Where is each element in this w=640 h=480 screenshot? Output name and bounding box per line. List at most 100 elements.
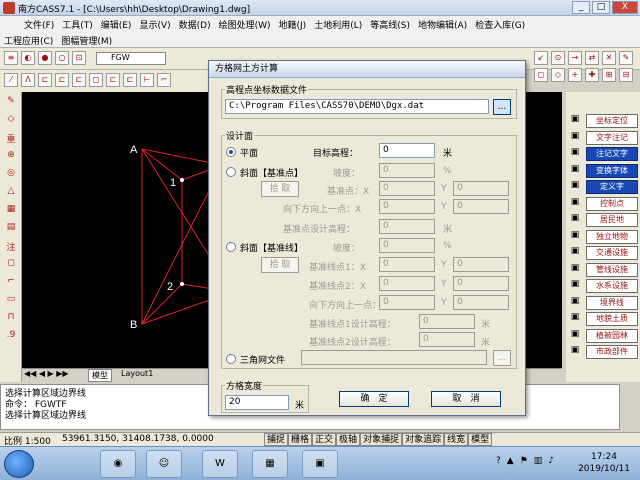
volume-icon[interactable]: ♪ bbox=[548, 456, 554, 466]
panel-button-4[interactable]: 定义字 bbox=[586, 180, 638, 194]
browser-taskbar-icon[interactable]: ◉ bbox=[100, 450, 136, 478]
tool-icon[interactable]: .9 bbox=[3, 330, 19, 346]
browse-file-button[interactable]: ... bbox=[493, 99, 511, 115]
tin-browse-button[interactable]: ... bbox=[493, 350, 511, 366]
tool-icon[interactable]: ✎ bbox=[3, 96, 19, 112]
flag-icon[interactable]: ⚑ bbox=[520, 456, 528, 466]
clock[interactable]: 17:24 2019/10/11 bbox=[570, 451, 638, 475]
menu-row2-1[interactable]: 图幅管理(M) bbox=[61, 34, 112, 47]
line-down-x-input[interactable]: 0 bbox=[379, 295, 435, 310]
pick-base-line-button[interactable]: 拾 取 bbox=[261, 257, 299, 273]
panel-button-12[interactable]: 地貌土质 bbox=[586, 312, 638, 326]
base-point-y-input[interactable]: 0 bbox=[453, 181, 509, 196]
menu-row1-9[interactable]: 地物编辑(A) bbox=[418, 18, 467, 31]
status-toggle-0[interactable]: 捕捉 bbox=[264, 433, 289, 446]
menu-row1-1[interactable]: 工具(T) bbox=[62, 18, 93, 31]
help-icon[interactable]: ? bbox=[496, 456, 501, 466]
panel-tool-icon[interactable]: ▣ bbox=[568, 329, 582, 343]
panel-tool-icon[interactable]: ▣ bbox=[568, 230, 582, 244]
panel-tool-icon[interactable]: ▣ bbox=[568, 131, 582, 145]
panel-tool-icon[interactable]: ▣ bbox=[568, 180, 582, 194]
minimize-button[interactable]: _ bbox=[572, 1, 590, 14]
toolbar-icon[interactable]: ◇ bbox=[551, 68, 565, 82]
toolbar-icon[interactable]: ⊏ bbox=[72, 73, 86, 87]
tool-icon[interactable]: ⊕ bbox=[3, 150, 19, 166]
tool-icon[interactable]: ▤ bbox=[3, 222, 19, 238]
menu-row1-7[interactable]: 土地利用(L) bbox=[314, 18, 362, 31]
tool-icon[interactable]: 重 bbox=[3, 132, 19, 148]
tool-icon[interactable]: ◇ bbox=[3, 114, 19, 130]
base-point-height-input[interactable]: 0 bbox=[379, 219, 435, 234]
toolbar-icon[interactable]: ◻ bbox=[89, 73, 103, 87]
menu-row1-8[interactable]: 等高线(S) bbox=[370, 18, 410, 31]
target-elevation-input[interactable]: 0 bbox=[379, 143, 435, 158]
tool-icon[interactable]: ▭ bbox=[3, 294, 19, 310]
toolbar-icon[interactable]: ⁄ bbox=[4, 73, 18, 87]
menu-row1-2[interactable]: 编辑(E) bbox=[101, 18, 132, 31]
menu-row1-0[interactable]: 文件(F) bbox=[24, 18, 54, 31]
status-toggle-4[interactable]: 对象捕捉 bbox=[360, 433, 403, 446]
maximize-button[interactable]: □ bbox=[592, 1, 610, 14]
line-down-y-input[interactable]: 0 bbox=[453, 295, 509, 310]
network-icon[interactable]: ▥ bbox=[534, 456, 543, 466]
menu-row1-3[interactable]: 显示(V) bbox=[139, 18, 170, 31]
flat-radio[interactable] bbox=[226, 147, 236, 157]
panel-tool-icon[interactable]: ▣ bbox=[568, 263, 582, 277]
status-toggle-7[interactable]: 模型 bbox=[468, 433, 493, 446]
panel-button-0[interactable]: 坐标定位 bbox=[586, 114, 638, 128]
slope-point-slope-input[interactable]: 0 bbox=[379, 163, 435, 178]
ok-button[interactable]: 确 定 bbox=[339, 391, 409, 407]
status-toggle-3[interactable]: 极轴 bbox=[336, 433, 361, 446]
panel-button-14[interactable]: 市政部件 bbox=[586, 345, 638, 359]
slope-point-radio[interactable] bbox=[226, 167, 236, 177]
down-point-x-input[interactable]: 0 bbox=[379, 199, 435, 214]
toolbar-icon[interactable]: + bbox=[568, 68, 582, 82]
toolbar-icon[interactable]: ● bbox=[38, 51, 52, 65]
panel-tool-icon[interactable]: ▣ bbox=[568, 164, 582, 178]
tin-file-input[interactable] bbox=[301, 350, 487, 365]
cancel-button[interactable]: 取 消 bbox=[431, 391, 501, 407]
panel-tool-icon[interactable]: ▣ bbox=[568, 312, 582, 326]
data-file-path-input[interactable]: C:\Program Files\CASS70\DEMO\Dgx.dat bbox=[225, 99, 489, 114]
panel-button-2[interactable]: 注记文字 bbox=[586, 147, 638, 161]
status-toggle-6[interactable]: 线宽 bbox=[444, 433, 469, 446]
line-point2-height-input[interactable]: 0 bbox=[419, 332, 475, 347]
panel-tool-icon[interactable]: ▣ bbox=[568, 246, 582, 260]
close-button[interactable]: X bbox=[612, 1, 638, 14]
tool-icon[interactable]: ◎ bbox=[3, 168, 19, 184]
panel-button-10[interactable]: 水系设施 bbox=[586, 279, 638, 293]
panel-tool-icon[interactable]: ▣ bbox=[568, 296, 582, 310]
panel-button-5[interactable]: 控制点 bbox=[586, 196, 638, 211]
toolbar-icon[interactable]: ⊏ bbox=[38, 73, 52, 87]
line-point2-y-input[interactable]: 0 bbox=[453, 276, 509, 291]
toolbar-icon[interactable]: ✚ bbox=[585, 68, 599, 82]
toolbar-icon[interactable]: Λ bbox=[21, 73, 35, 87]
menu-row2-0[interactable]: 工程应用(C) bbox=[4, 34, 53, 47]
tool-icon[interactable]: ▦ bbox=[3, 204, 19, 220]
panel-tool-icon[interactable]: ▣ bbox=[568, 197, 582, 211]
tool-icon[interactable]: 注 bbox=[3, 240, 19, 256]
toolbar-icon[interactable]: ⊟ bbox=[619, 68, 633, 82]
pick-base-point-button[interactable]: 拾 取 bbox=[261, 181, 299, 197]
toolbar-icon[interactable]: ≡ bbox=[4, 51, 18, 65]
panel-tool-icon[interactable]: ▣ bbox=[568, 114, 582, 128]
line-point2-x-input[interactable]: 0 bbox=[379, 276, 435, 291]
tab-nav-arrows[interactable]: ◀◀ ◀ ▶ ▶▶ bbox=[24, 369, 69, 378]
line-point1-y-input[interactable]: 0 bbox=[453, 257, 509, 272]
panel-button-3[interactable]: 变换字体 bbox=[586, 163, 638, 178]
toolbar-icon[interactable]: ⊢ bbox=[140, 73, 154, 87]
tool-icon[interactable]: ◻ bbox=[3, 258, 19, 274]
panel-button-8[interactable]: 交通设施 bbox=[586, 246, 638, 260]
wechat-taskbar-icon[interactable]: ☺ bbox=[146, 450, 182, 478]
panel-button-11[interactable]: 境界线 bbox=[586, 295, 638, 310]
toolbar-icon[interactable]: ✎ bbox=[619, 51, 633, 65]
status-toggle-5[interactable]: 对象追踪 bbox=[402, 433, 445, 446]
toolbar-icon[interactable]: ⊞ bbox=[602, 68, 616, 82]
line-point1-x-input[interactable]: 0 bbox=[379, 257, 435, 272]
base-point-x-input[interactable]: 0 bbox=[379, 181, 435, 196]
panel-tool-icon[interactable]: ▣ bbox=[568, 279, 582, 293]
panel-tool-icon[interactable]: ▣ bbox=[568, 147, 582, 161]
tool-icon[interactable]: △ bbox=[3, 186, 19, 202]
panel-button-9[interactable]: 管线设施 bbox=[586, 262, 638, 277]
tab-model[interactable]: 模型 bbox=[88, 369, 112, 382]
